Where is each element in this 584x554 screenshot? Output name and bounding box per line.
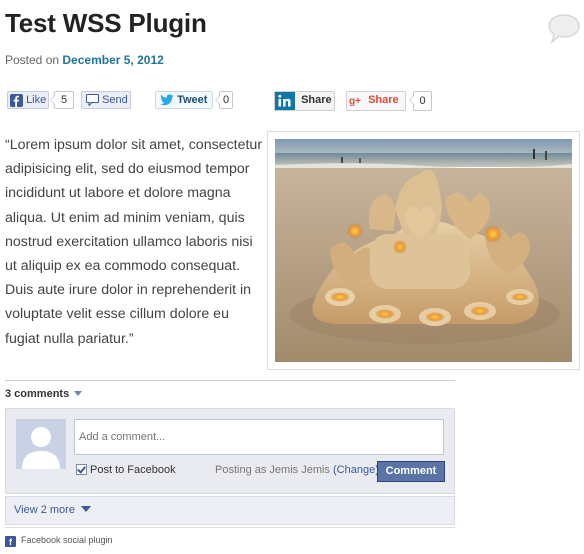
facebook-send-label: Send [102, 94, 128, 106]
facebook-plugin-footer[interactable]: f Facebook social plugin [5, 527, 455, 552]
tweet-button[interactable]: Tweet [155, 91, 213, 109]
google-plus-count: 0 [409, 91, 432, 111]
google-plus-share-button[interactable]: g+ Share [346, 91, 406, 111]
avatar [16, 419, 66, 469]
post-to-facebook-option[interactable]: Post to Facebook [76, 464, 176, 476]
chevron-down-icon [74, 391, 83, 396]
facebook-comment-box: Post to Facebook Posting as Jemis Jemis … [5, 408, 455, 494]
facebook-send-button[interactable]: Send [81, 91, 131, 109]
tweet-label: Tweet [177, 94, 208, 106]
facebook-like-count: 5 [50, 91, 74, 109]
change-account-link[interactable]: (Change) [333, 464, 379, 476]
footer-label: Facebook social plugin [21, 535, 113, 545]
comment-submit-button[interactable]: Comment [377, 461, 445, 482]
posting-as-label: Posting as Jemis Jemis [215, 464, 330, 476]
posting-as-info: Posting as Jemis Jemis (Change) [215, 464, 379, 476]
linkedin-share-button[interactable]: Share [274, 91, 335, 111]
facebook-icon: f [5, 536, 16, 547]
view-more-label: View 2 more [14, 504, 75, 516]
linkedin-icon [275, 92, 295, 110]
chevron-down-icon [80, 506, 91, 512]
post-date-link[interactable]: December 5, 2012 [62, 53, 163, 67]
share-buttons: Like 5 Send Tweet 0 Share g+ Share 0 [0, 91, 584, 113]
send-icon [86, 94, 99, 107]
view-more-comments[interactable]: View 2 more [5, 496, 455, 525]
facebook-like-label: Like [26, 94, 47, 106]
svg-text:g+: g+ [349, 96, 361, 106]
post-title: Test WSS Plugin [5, 8, 207, 38]
facebook-like-button[interactable]: Like [7, 91, 49, 109]
facebook-icon [10, 93, 23, 107]
google-plus-icon: g+ [349, 96, 361, 106]
posted-prefix: Posted on [5, 53, 60, 67]
post-image [267, 131, 580, 370]
post-body: “Lorem ipsum dolor sit amet, consectetur… [5, 137, 263, 347]
comments-count: 3 comments [5, 388, 70, 400]
sand-sculpture-image [275, 139, 572, 362]
speech-bubble-icon[interactable] [546, 12, 582, 46]
linkedin-share-label: Share [301, 94, 332, 106]
post-to-facebook-label: Post to Facebook [90, 464, 176, 476]
twitter-bird-icon [160, 94, 174, 106]
google-plus-share-label: Share [368, 94, 399, 106]
comments-count-header[interactable]: 3 comments [5, 380, 455, 408]
tweet-count: 0 [215, 91, 233, 109]
comment-input[interactable] [74, 419, 444, 455]
post-to-facebook-checkbox[interactable] [76, 464, 87, 475]
default-avatar-icon [16, 419, 66, 469]
post-meta: Posted on December 5, 2012 [5, 53, 164, 67]
